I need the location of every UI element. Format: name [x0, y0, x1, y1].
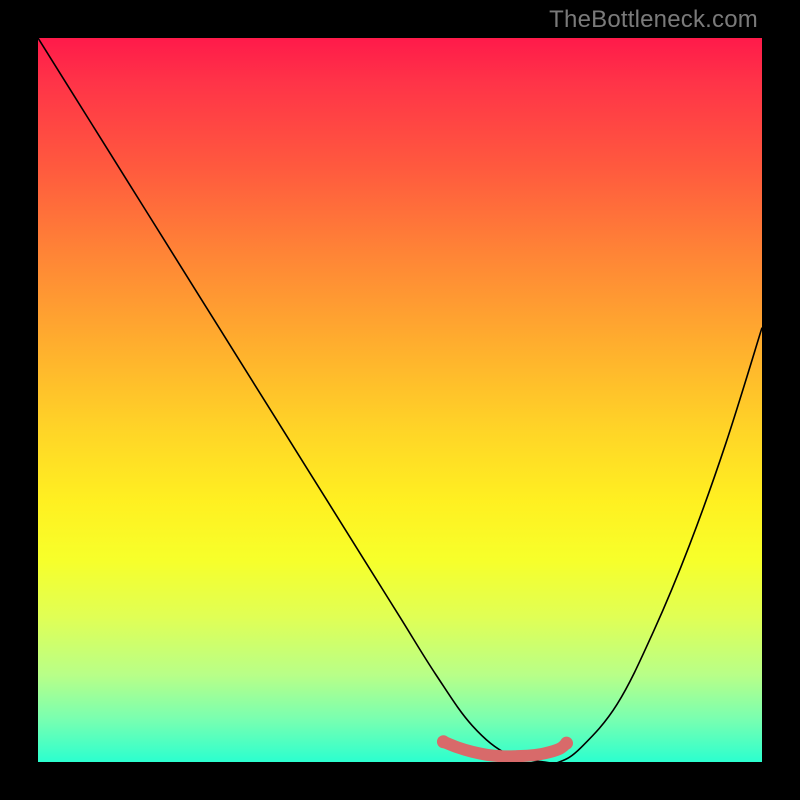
watermark-text: TheBottleneck.com [549, 6, 758, 34]
bottleneck-curve [38, 38, 762, 762]
bottleneck-chart: TheBottleneck.com [0, 0, 800, 800]
optimal-zone-marker [437, 735, 573, 756]
curve-layer [38, 38, 762, 762]
plot-area [0, 0, 800, 800]
